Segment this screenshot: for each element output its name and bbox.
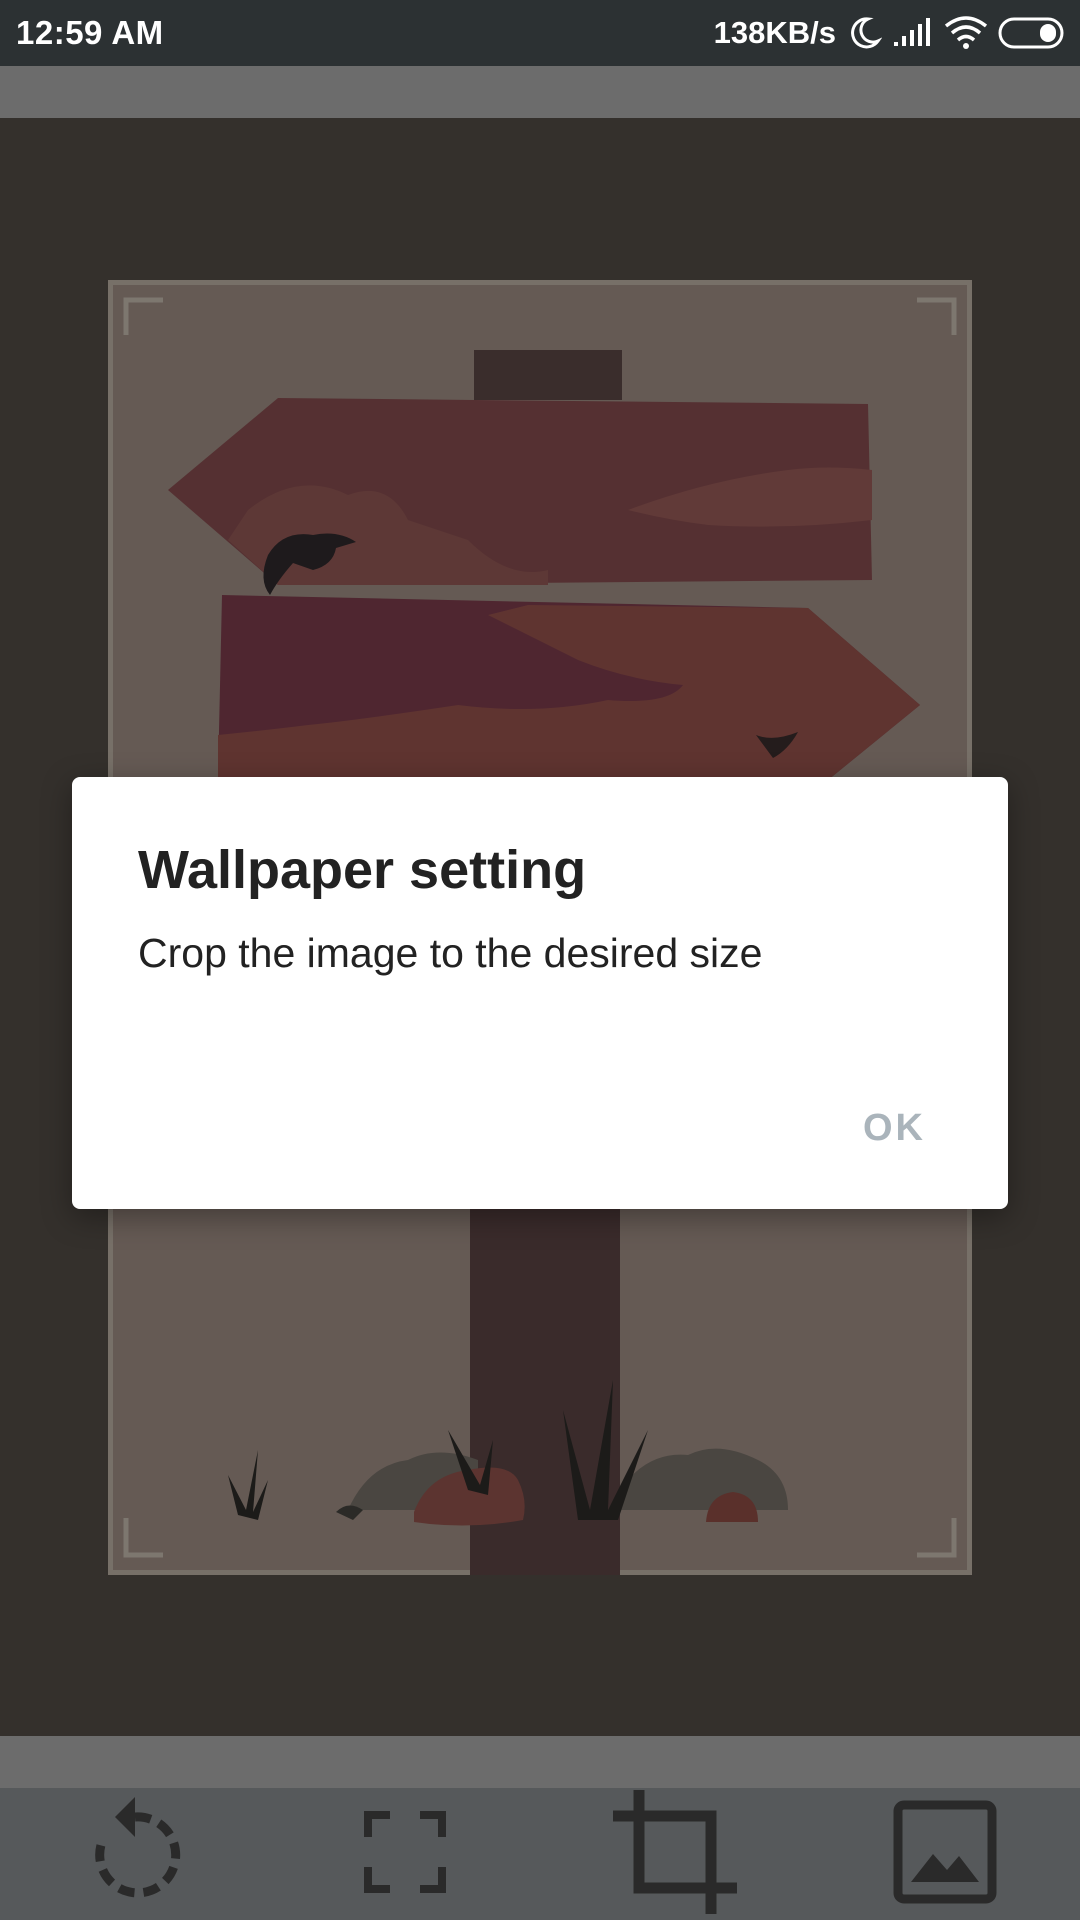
crop-icon (613, 1789, 737, 1919)
status-time: 12:59 AM (16, 14, 164, 51)
top-bar (0, 66, 1080, 118)
dialog-title: Wallpaper setting (138, 840, 587, 900)
rotate-icon (85, 1796, 185, 1912)
gallery-button[interactable] (885, 1794, 1005, 1914)
fullscreen-icon (364, 1810, 446, 1898)
image-icon (893, 1800, 997, 1909)
wifi-icon (944, 16, 988, 50)
rotate-button[interactable] (75, 1794, 195, 1914)
ok-button[interactable]: OK (863, 1107, 926, 1150)
signal-icon (892, 18, 934, 48)
crop-button[interactable] (613, 1789, 737, 1914)
status-bar: 12:59 AM 138KB/s (0, 0, 1080, 66)
bottom-bar (0, 1736, 1080, 1788)
battery-icon (998, 17, 1064, 49)
status-icons: 138KB/s (714, 15, 1064, 51)
dialog-message: Crop the image to the desired size (138, 930, 763, 976)
wallpaper-setting-dialog: Wallpaper setting Crop the image to the … (72, 777, 1008, 1209)
network-speed: 138KB/s (713, 15, 836, 50)
moon-icon (846, 15, 882, 51)
fullscreen-button[interactable] (345, 1794, 465, 1914)
edit-toolbar (0, 1788, 1080, 1920)
wallpaper-crop-screen: 12:59 AM 138KB/s Wallpaper setting Crop … (0, 0, 1080, 1920)
